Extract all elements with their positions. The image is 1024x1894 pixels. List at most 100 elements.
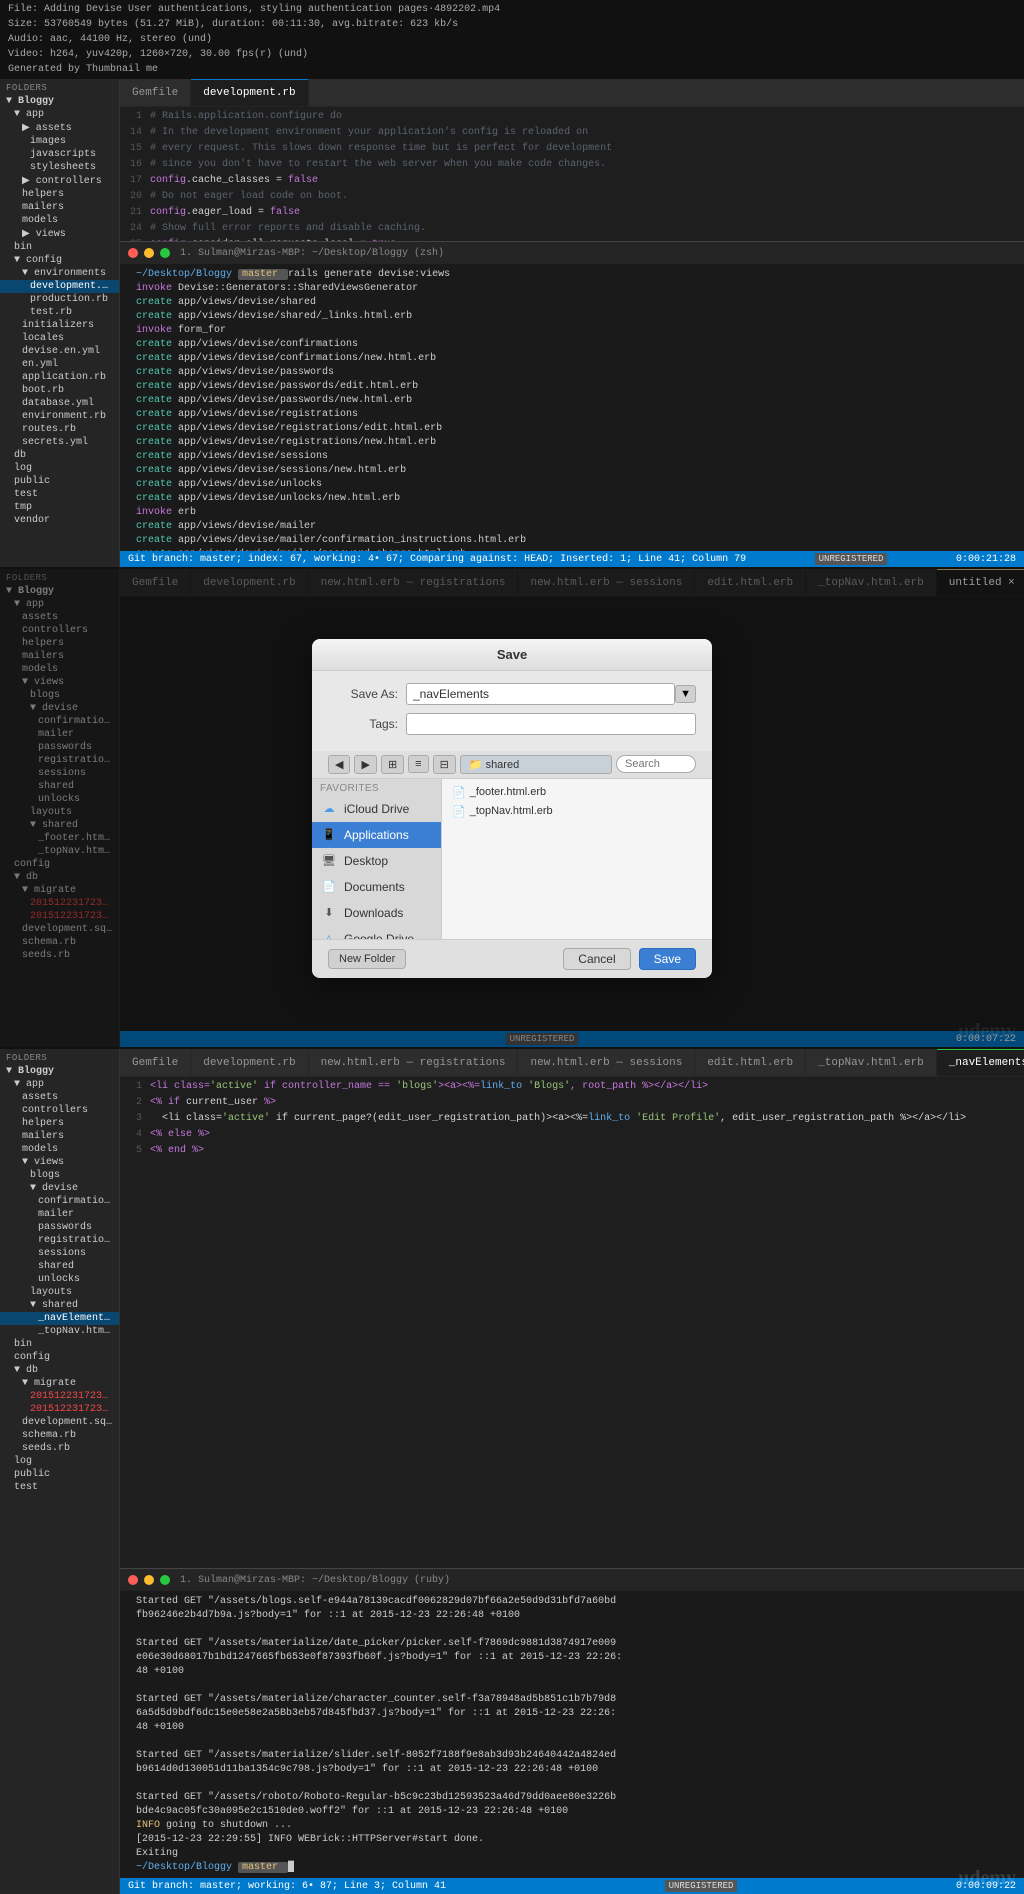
traffic-light-green-3[interactable] — [160, 1575, 170, 1585]
tab-gemfile-3[interactable]: Gemfile — [120, 1049, 191, 1077]
save-cancel-button[interactable]: Cancel — [563, 948, 630, 970]
s3-test[interactable]: test — [0, 1481, 119, 1494]
save-back-button[interactable]: ◀ — [328, 755, 350, 774]
s3-views[interactable]: ▼ views — [0, 1156, 119, 1169]
s3-devise[interactable]: ▼ devise — [0, 1182, 119, 1195]
sidebar-item-controllers[interactable]: ▶ controllers — [0, 174, 119, 188]
traffic-light-red-3[interactable] — [128, 1575, 138, 1585]
sidebar-item-db-yml[interactable]: database.yml — [0, 397, 119, 410]
s3-db[interactable]: ▼ db — [0, 1364, 119, 1377]
s3-schema[interactable]: schema.rb — [0, 1429, 119, 1442]
save-arrange-button[interactable]: ⊟ — [433, 755, 456, 774]
sidebar-item-models[interactable]: models — [0, 214, 119, 227]
sidebar-item-helpers[interactable]: helpers — [0, 188, 119, 201]
s3-models[interactable]: models — [0, 1143, 119, 1156]
s3-migration2[interactable]: 20151223172334_c — [0, 1403, 119, 1416]
save-forward-button[interactable]: ▶ — [354, 755, 376, 774]
s3-mailers[interactable]: mailers — [0, 1130, 119, 1143]
s3-sessions[interactable]: sessions — [0, 1247, 119, 1260]
tab-navelements[interactable]: _navElements.html.erb × — [937, 1049, 1024, 1077]
sidebar-item-env-rb[interactable]: environment.rb — [0, 410, 119, 423]
sidebar-item-test-rb[interactable]: test.rb — [0, 306, 119, 319]
tab-development-rb[interactable]: development.rb — [191, 79, 308, 107]
save-item-downloads[interactable]: ⬇ Downloads — [312, 900, 441, 926]
s3-migrate[interactable]: ▼ migrate — [0, 1377, 119, 1390]
s3-topnav[interactable]: _topNav.html.erb — [0, 1325, 119, 1338]
sidebar-item-assets[interactable]: ▶ assets — [0, 121, 119, 135]
save-tags-input[interactable] — [406, 713, 696, 735]
s3-config[interactable]: config — [0, 1351, 119, 1364]
sidebar-item-app-rb[interactable]: application.rb — [0, 371, 119, 384]
traffic-light-red-1[interactable] — [128, 248, 138, 258]
tab-dev-rb-3[interactable]: development.rb — [191, 1049, 308, 1077]
sidebar-item-public[interactable]: public — [0, 475, 119, 488]
s3-passwords[interactable]: passwords — [0, 1221, 119, 1234]
save-item-desktop[interactable]: 🖥 Desktop — [312, 848, 441, 874]
s3-public[interactable]: public — [0, 1468, 119, 1481]
s3-confirmations[interactable]: confirmations — [0, 1195, 119, 1208]
sidebar-item-db[interactable]: db — [0, 449, 119, 462]
sidebar-item-app[interactable]: ▼ app — [0, 108, 119, 121]
s3-unlocks[interactable]: unlocks — [0, 1273, 119, 1286]
sidebar-item-locales[interactable]: locales — [0, 332, 119, 345]
s3-bin[interactable]: bin — [0, 1338, 119, 1351]
s3-dev-sqlite[interactable]: development.sqlite3 — [0, 1416, 119, 1429]
sidebar-item-boot-rb[interactable]: boot.rb — [0, 384, 119, 397]
s3-shared[interactable]: ▼ shared — [0, 1299, 119, 1312]
s3-bloggy[interactable]: ▼ Bloggy — [0, 1065, 119, 1078]
s3-log[interactable]: log — [0, 1455, 119, 1468]
s3-seeds[interactable]: seeds.rb — [0, 1442, 119, 1455]
sidebar-item-production-rb[interactable]: production.rb — [0, 293, 119, 306]
tab-edit-3[interactable]: edit.html.erb — [695, 1049, 806, 1077]
sidebar-item-images[interactable]: images — [0, 135, 119, 148]
save-item-gdrive[interactable]: △ Google Drive — [312, 926, 441, 939]
save-file-footer[interactable]: 📄 _footer.html.erb — [446, 783, 708, 802]
tab-new-sess-3[interactable]: new.html.erb — sessions — [518, 1049, 695, 1077]
s3-registrations[interactable]: registrations — [0, 1234, 119, 1247]
traffic-light-yellow-3[interactable] — [144, 1575, 154, 1585]
sidebar-item-bloggy[interactable]: ▼ Bloggy — [0, 95, 119, 108]
sidebar-item-development-rb[interactable]: development.rb — [0, 280, 119, 293]
sidebar-item-views[interactable]: ▶ views — [0, 227, 119, 241]
save-item-applications[interactable]: 📱 Applications — [312, 822, 441, 848]
s3-blogs[interactable]: blogs — [0, 1169, 119, 1182]
sidebar-item-environments[interactable]: ▼ environments — [0, 267, 119, 280]
sidebar-item-js[interactable]: javascripts — [0, 148, 119, 161]
sidebar-item-initializers[interactable]: initializers — [0, 319, 119, 332]
s3-assets[interactable]: assets — [0, 1091, 119, 1104]
sidebar-item-mailers[interactable]: mailers — [0, 201, 119, 214]
save-new-folder-button[interactable]: New Folder — [328, 949, 406, 969]
sidebar-item-tmp[interactable]: tmp — [0, 501, 119, 514]
save-item-documents[interactable]: 📄 Documents — [312, 874, 441, 900]
sidebar-item-test[interactable]: test — [0, 488, 119, 501]
tab-topnav-3[interactable]: _topNav.html.erb — [806, 1049, 937, 1077]
save-search-input[interactable] — [616, 755, 696, 773]
save-expand-button[interactable]: ▼ — [675, 685, 696, 703]
sidebar-item-css[interactable]: stylesheets — [0, 161, 119, 174]
tab-gemfile-1[interactable]: Gemfile — [120, 79, 191, 107]
save-as-input[interactable] — [406, 683, 675, 705]
s3-layouts[interactable]: layouts — [0, 1286, 119, 1299]
sidebar-item-devise-en[interactable]: devise.en.yml — [0, 345, 119, 358]
tab-new-reg-3[interactable]: new.html.erb — registrations — [309, 1049, 519, 1077]
s3-controllers[interactable]: controllers — [0, 1104, 119, 1117]
s3-navelements[interactable]: _navElements.rb — [0, 1312, 119, 1325]
save-file-topnav[interactable]: 📄 _topNav.html.erb — [446, 802, 708, 821]
s3-helpers[interactable]: helpers — [0, 1117, 119, 1130]
save-view-list-button[interactable]: ≡ — [408, 755, 428, 773]
s3-mailer[interactable]: mailer — [0, 1208, 119, 1221]
save-save-button[interactable]: Save — [639, 948, 696, 970]
sidebar-item-secrets[interactable]: secrets.yml — [0, 436, 119, 449]
s3-shared-devise[interactable]: shared — [0, 1260, 119, 1273]
sidebar-item-en-yml[interactable]: en.yml — [0, 358, 119, 371]
sidebar-item-routes[interactable]: routes.rb — [0, 423, 119, 436]
save-item-icloud[interactable]: ☁ iCloud Drive — [312, 796, 441, 822]
sidebar-item-config[interactable]: ▼ config — [0, 254, 119, 267]
s3-app[interactable]: ▼ app — [0, 1078, 119, 1091]
save-view-icon-button[interactable]: ⊞ — [381, 755, 404, 774]
sidebar-item-bin[interactable]: bin — [0, 241, 119, 254]
traffic-light-green-1[interactable] — [160, 248, 170, 258]
traffic-light-yellow-1[interactable] — [144, 248, 154, 258]
s3-migration1[interactable]: 20151223172331_c — [0, 1390, 119, 1403]
sidebar-item-log[interactable]: log — [0, 462, 119, 475]
